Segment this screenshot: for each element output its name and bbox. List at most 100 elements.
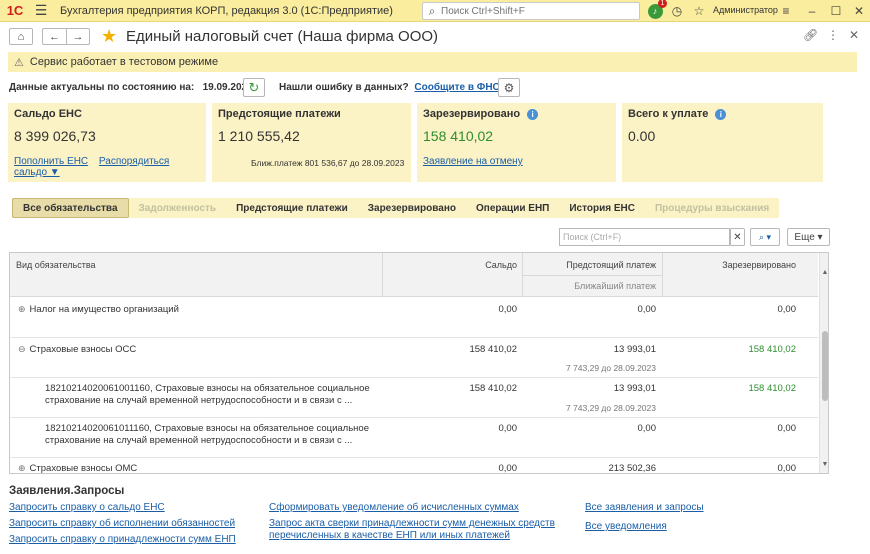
global-search-input[interactable]	[441, 5, 631, 17]
row-reserved: 158 410,02	[748, 383, 796, 394]
card-upcoming-value: 1 210 555,42	[218, 128, 300, 144]
row-upcoming: 0,00	[637, 423, 657, 434]
cancel-application-link[interactable]: Заявление на отмену	[423, 156, 523, 167]
find-button[interactable]: ⌕ ▾	[750, 228, 780, 246]
row-name: 18210214020061011160, Страховые взносы н…	[45, 423, 369, 434]
maximize-icon[interactable]: ☐	[827, 2, 845, 20]
request-ownership-link[interactable]: Запросить справку о принадлежности сумм …	[9, 534, 236, 546]
row-name-cont: страхование на случай временной нетрудос…	[45, 395, 353, 406]
form-notification-link[interactable]: Сформировать уведомление об исчисленных …	[269, 502, 519, 514]
notice-text: Сервис работает в тестовом режиме	[29, 56, 219, 68]
obligations-table: Вид обязательства Сальдо Предстоящий пла…	[9, 252, 829, 474]
table-row[interactable]: 18210214020061011160, Страховые взносы н…	[10, 418, 818, 458]
error-question: Нашли ошибку в данных?	[279, 82, 409, 93]
topup-ens-link[interactable]: Пополнить ЕНС	[14, 156, 88, 167]
row-nearest: 7 743,29 до 28.09.2023	[565, 363, 656, 373]
global-search[interactable]: ⌕	[422, 2, 640, 20]
table-row[interactable]: ⊕ Страховые взносы ОМС 0,00 213 502,36 0,…	[10, 458, 818, 474]
header-nearest[interactable]: Ближайший платеж	[522, 281, 656, 291]
header-saldo[interactable]: Сальдо	[382, 260, 517, 270]
row-name: Налог на имущество организаций	[29, 304, 179, 315]
minimize-icon[interactable]: –	[803, 2, 821, 20]
expand-icon[interactable]: ⊕	[18, 304, 26, 314]
row-saldo: 0,00	[498, 304, 518, 315]
tab-ens-history[interactable]: История ЕНС	[559, 198, 645, 218]
main-menu-icon[interactable]: ☰	[30, 0, 52, 22]
close-window-icon[interactable]: ✕	[850, 2, 868, 20]
table-row[interactable]: 18210214020061001160, Страховые взносы н…	[10, 378, 818, 418]
row-saldo: 0,00	[498, 423, 518, 434]
scroll-thumb[interactable]	[822, 331, 828, 401]
close-icon: ✕	[733, 231, 742, 243]
request-saldo-link[interactable]: Запросить справку о сальдо ЕНС	[9, 502, 165, 514]
all-notifications-link[interactable]: Все уведомления	[585, 521, 667, 533]
back-button[interactable]: ←	[42, 28, 66, 45]
card-total-title: Всего к уплате	[628, 108, 709, 120]
refresh-icon: ↻	[248, 79, 260, 95]
reconciliation-request-link[interactable]: Запрос акта сверки принадлежности сумм д…	[269, 518, 555, 530]
arrow-left-icon: ←	[49, 30, 60, 43]
favorite-star-icon[interactable]: ★	[101, 26, 117, 47]
card-total: Всего к уплате i 0.00	[622, 103, 823, 182]
card-reserved-title: Зарезервировано	[423, 108, 521, 120]
header-reserved[interactable]: Зарезервировано	[662, 260, 796, 270]
refresh-button[interactable]: ↻	[243, 78, 265, 97]
row-reserved: 0,00	[777, 304, 797, 315]
row-upcoming: 13 993,01	[613, 344, 656, 355]
home-icon: ⌂	[17, 30, 25, 43]
actual-date-row: Данные актуальны по состоянию на: 19.09.…	[9, 82, 253, 93]
tab-upcoming-payments[interactable]: Предстоящие платежи	[226, 198, 358, 218]
notifications-icon[interactable]: ♪ 1	[646, 0, 667, 20]
collapse-icon[interactable]: ⊖	[18, 344, 26, 354]
card-upcoming: Предстоящие платежи 1 210 555,42 Ближ.пл…	[212, 103, 411, 182]
actual-label: Данные актуальны по состоянию на:	[9, 82, 195, 93]
more-icon[interactable]: ⋮	[827, 28, 839, 42]
reconciliation-request-link-cont[interactable]: перечисленных в качестве ЕНП или иных пл…	[269, 530, 510, 542]
card-upcoming-note: Ближ.платеж 801 536,67 до 28.09.2023	[251, 158, 405, 168]
tab-bar: Все обязательства Задолженность Предстоя…	[12, 198, 780, 218]
header-kind[interactable]: Вид обязательства	[16, 260, 96, 270]
card-saldo: Сальдо ЕНС 8 399 026,73 Пополнить ЕНС Ра…	[8, 103, 206, 182]
table-row[interactable]: ⊕ Налог на имущество организаций 0,00 0,0…	[10, 297, 818, 338]
app-title: Бухгалтерия предприятия КОРП, редакция 3…	[60, 4, 393, 17]
favorites-icon[interactable]: ☆	[690, 2, 708, 20]
table-row[interactable]: ⊖ Страховые взносы ОСС 158 410,02 13 993,…	[10, 338, 818, 378]
history-icon[interactable]: ◷	[668, 2, 686, 20]
info-icon[interactable]: i	[715, 108, 727, 120]
scroll-down-icon[interactable]: ▼	[821, 461, 828, 468]
card-reserved-value: 158 410,02	[423, 128, 494, 144]
settings-menu-icon[interactable]: ≡	[777, 2, 795, 20]
scroll-up-icon[interactable]: ▲	[821, 269, 828, 276]
user-name[interactable]: Администратор	[713, 5, 778, 15]
clear-search-button[interactable]: ✕	[730, 228, 745, 246]
row-name: 18210214020061001160, Страховые взносы н…	[45, 383, 370, 394]
tab-reserved[interactable]: Зарезервировано	[358, 198, 466, 218]
tab-enp-operations[interactable]: Операции ЕНП	[466, 198, 559, 218]
close-form-icon[interactable]: ✕	[849, 28, 859, 42]
expand-icon[interactable]: ⊕	[18, 463, 26, 473]
row-reserved: 0,00	[777, 463, 797, 474]
table-scrollbar[interactable]: ▲ ▼	[819, 253, 828, 473]
home-button[interactable]: ⌂	[9, 28, 33, 45]
request-obligations-link[interactable]: Запросить справку об исполнении обязанно…	[9, 518, 235, 530]
tab-all-obligations[interactable]: Все обязательства	[12, 198, 129, 218]
table-search-input[interactable]: Поиск (Ctrl+F)	[559, 228, 730, 246]
row-name-cont: страхование на случай временной нетрудос…	[45, 435, 353, 446]
header-upcoming[interactable]: Предстоящий платеж	[522, 260, 656, 270]
row-reserved: 158 410,02	[748, 344, 796, 355]
link-icon[interactable]: 🔗︎	[803, 28, 818, 42]
report-fns-link[interactable]: Сообщите в ФНС	[414, 82, 499, 93]
forward-button[interactable]: →	[66, 28, 90, 45]
row-upcoming: 0,00	[637, 304, 657, 315]
error-report: Нашли ошибку в данных? Сообщите в ФНС	[279, 82, 500, 93]
info-icon[interactable]: i	[527, 108, 539, 120]
search-icon: ⌕	[428, 3, 436, 18]
table-header: Вид обязательства Сальдо Предстоящий пла…	[10, 253, 818, 297]
more-label: Еще	[794, 231, 815, 243]
all-requests-link[interactable]: Все заявления и запросы	[585, 502, 704, 514]
app-logo: 1С	[6, 3, 24, 18]
card-saldo-title: Сальдо ЕНС	[14, 108, 82, 120]
more-button[interactable]: Еще ▾	[787, 228, 830, 246]
arrow-right-icon: →	[72, 30, 84, 43]
settings-button[interactable]: ⚙	[498, 78, 520, 97]
